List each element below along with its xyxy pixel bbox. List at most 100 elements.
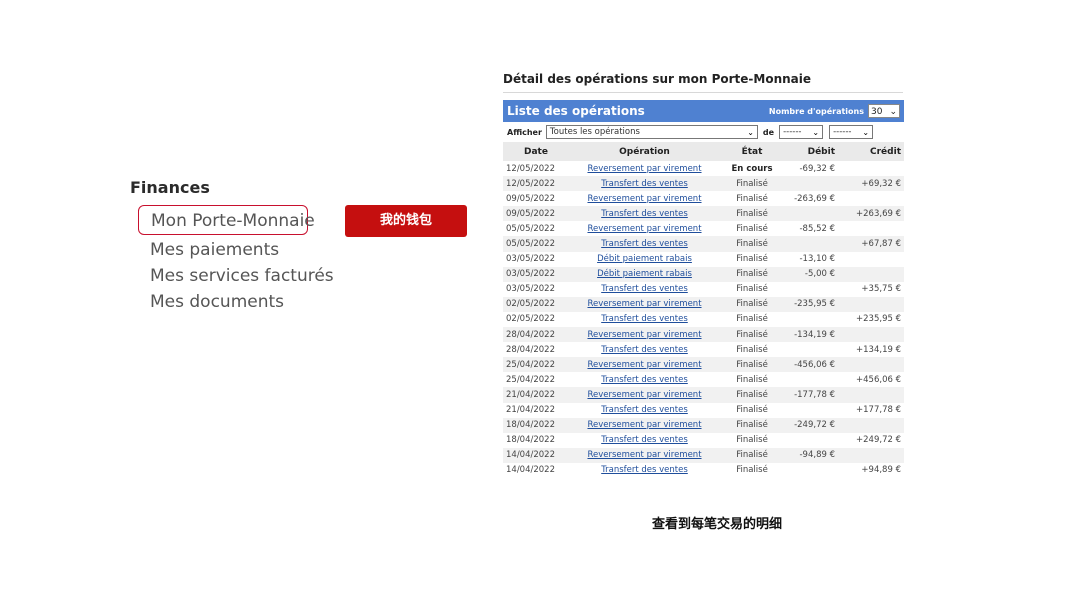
operation-link[interactable]: Transfert des ventes [601, 239, 688, 249]
column-header-debit: Débit [784, 142, 838, 161]
cell-date: 25/04/2022 [503, 372, 569, 388]
table-row: 25/04/2022 Reversement par virement Finali… [503, 357, 904, 373]
cell-operation: Transfert des ventes [569, 281, 720, 297]
filter-label: Afficher [507, 127, 542, 137]
operation-link[interactable]: Reversement par virement [587, 224, 701, 234]
cell-etat: Finalisé [720, 191, 784, 207]
table-row: 09/05/2022 Reversement par virement Finali… [503, 191, 904, 207]
operation-link[interactable]: Reversement par virement [587, 450, 701, 460]
cell-date: 21/04/2022 [503, 387, 569, 403]
cell-operation: Transfert des ventes [569, 311, 720, 328]
column-header-operation: Opération [569, 142, 720, 161]
cell-etat: Finalisé [720, 176, 784, 192]
cell-credit: +249,72 € [838, 432, 904, 448]
operation-link[interactable]: Débit paiement rabais [597, 254, 692, 264]
cell-date: 18/04/2022 [503, 417, 569, 433]
cell-debit [784, 402, 838, 418]
operation-count-select[interactable]: 30 ⌄ [868, 104, 900, 118]
cell-date: 28/04/2022 [503, 327, 569, 343]
date-range-label: de [762, 127, 775, 137]
cell-date: 14/04/2022 [503, 462, 569, 478]
cell-operation: Reversement par virement [569, 221, 720, 237]
cell-date: 18/04/2022 [503, 432, 569, 448]
cell-debit: -13,10 € [784, 251, 838, 267]
cell-debit [784, 281, 838, 297]
cell-debit: -94,89 € [784, 447, 838, 463]
operation-link[interactable]: Transfert des ventes [601, 345, 688, 355]
operation-count-value: 30 [871, 107, 883, 117]
operation-link[interactable]: Reversement par virement [587, 194, 701, 204]
operation-link[interactable]: Transfert des ventes [601, 209, 688, 219]
cell-credit: +69,32 € [838, 176, 904, 192]
operation-link[interactable]: Transfert des ventes [601, 375, 688, 385]
cell-credit [838, 447, 904, 463]
cell-credit: +456,06 € [838, 372, 904, 388]
cell-etat: Finalisé [720, 357, 784, 373]
cell-etat: Finalisé [720, 266, 784, 282]
menu-item-documents[interactable]: Mes documents [138, 289, 334, 315]
operation-link[interactable]: Reversement par virement [587, 330, 701, 340]
cell-etat: Finalisé [720, 296, 784, 312]
table-row: 09/05/2022 Transfert des ventes Finalisé +2… [503, 206, 904, 222]
cell-credit [838, 251, 904, 267]
operation-link[interactable]: Reversement par virement [587, 299, 701, 309]
operation-link[interactable]: Transfert des ventes [601, 284, 688, 294]
date-from-select[interactable]: ------ ⌄ [779, 125, 824, 139]
caption-annotation: 查看到每笔交易的明细 [652, 517, 783, 532]
cell-debit: -134,19 € [784, 327, 838, 343]
cell-debit [784, 372, 838, 388]
cell-credit [838, 191, 904, 207]
operation-link[interactable]: Transfert des ventes [601, 179, 688, 189]
operation-link[interactable]: Débit paiement rabais [597, 269, 692, 279]
cell-debit: -249,72 € [784, 417, 838, 433]
operation-type-select[interactable]: Toutes les opérations ⌄ [545, 125, 758, 139]
column-header-date: Date [503, 142, 569, 161]
cell-credit [838, 357, 904, 373]
cell-debit: -456,06 € [784, 357, 838, 373]
cell-etat: Finalisé [720, 387, 784, 403]
operation-link[interactable]: Transfert des ventes [601, 435, 688, 445]
cell-operation: Reversement par virement [569, 387, 720, 403]
operation-link[interactable]: Reversement par virement [587, 420, 701, 430]
date-to-value: ------ [833, 127, 852, 137]
table-row: 02/05/2022 Transfert des ventes Finalisé +2… [503, 311, 904, 328]
cell-etat: Finalisé [720, 251, 784, 267]
menu-item-services-factures[interactable]: Mes services facturés [138, 263, 334, 289]
cell-etat: Finalisé [720, 402, 784, 418]
table-row: 12/05/2022 Transfert des ventes Finalisé +6… [503, 176, 904, 192]
table-row: 18/04/2022 Transfert des ventes Finalisé +2… [503, 432, 904, 448]
date-to-select[interactable]: ------ ⌄ [829, 125, 874, 139]
cell-etat: Finalisé [720, 342, 784, 358]
operations-panel: Liste des opérations Nombre d'opérations… [503, 100, 904, 478]
cell-operation: Transfert des ventes [569, 176, 720, 192]
table-header-row: Date Opération État Débit Crédit [503, 142, 904, 161]
cell-debit: -69,32 € [784, 161, 838, 177]
cell-date: 02/05/2022 [503, 311, 569, 328]
cell-etat: Finalisé [720, 221, 784, 237]
table-row: 12/05/2022 Reversement par virement En cou… [503, 161, 904, 177]
cell-operation: Transfert des ventes [569, 372, 720, 388]
operation-link[interactable]: Transfert des ventes [601, 405, 688, 415]
operation-link[interactable]: Reversement par virement [587, 360, 701, 370]
operation-link[interactable]: Reversement par virement [587, 164, 701, 174]
cell-etat: Finalisé [720, 281, 784, 297]
cell-debit: -177,78 € [784, 387, 838, 403]
menu-item-paiements[interactable]: Mes paiements [138, 237, 334, 263]
cell-debit [784, 206, 838, 222]
cell-credit: +134,19 € [838, 342, 904, 358]
cell-operation: Débit paiement rabais [569, 251, 720, 267]
column-header-credit: Crédit [838, 142, 904, 161]
menu-item-porte-monnaie[interactable]: Mon Porte-Monnaie [138, 205, 315, 235]
cell-debit [784, 462, 838, 478]
cell-date: 02/05/2022 [503, 296, 569, 312]
cell-debit: -85,52 € [784, 221, 838, 237]
operation-link[interactable]: Reversement par virement [587, 390, 701, 400]
cell-debit: -5,00 € [784, 266, 838, 282]
cell-etat: En cours [720, 161, 784, 177]
operation-link[interactable]: Transfert des ventes [601, 465, 688, 475]
cell-date: 14/04/2022 [503, 447, 569, 463]
table-row: 14/04/2022 Reversement par virement Finali… [503, 447, 904, 463]
cell-credit [838, 327, 904, 343]
operation-link[interactable]: Transfert des ventes [601, 314, 688, 324]
cell-credit [838, 296, 904, 312]
